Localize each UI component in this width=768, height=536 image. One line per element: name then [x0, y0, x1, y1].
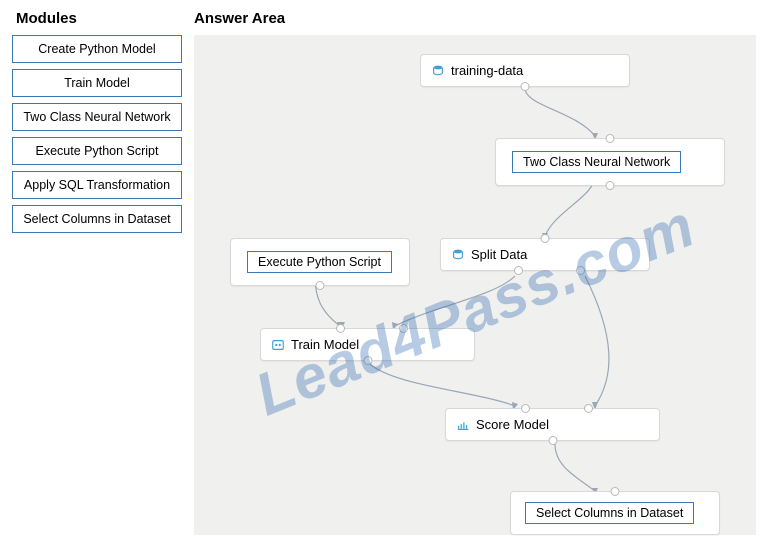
- output-port[interactable]: [521, 82, 530, 91]
- module-item[interactable]: Apply SQL Transformation: [12, 171, 182, 199]
- dataset-icon: [451, 248, 465, 262]
- dropped-module-tag: Two Class Neural Network: [512, 151, 681, 173]
- input-port[interactable]: [336, 324, 345, 333]
- dropped-module-tag: Select Columns in Dataset: [525, 502, 694, 524]
- node-select-columns-in-dataset[interactable]: Select Columns in Dataset: [510, 491, 720, 535]
- answer-area-heading: Answer Area: [194, 10, 756, 27]
- module-item[interactable]: Select Columns in Dataset: [12, 205, 182, 233]
- dataset-icon: [431, 64, 445, 78]
- output-port[interactable]: [514, 266, 523, 275]
- module-item[interactable]: Execute Python Script: [12, 137, 182, 165]
- output-port[interactable]: [363, 356, 372, 365]
- train-model-icon: [271, 338, 285, 352]
- score-model-icon: [456, 418, 470, 432]
- node-label: training-data: [451, 63, 523, 78]
- module-item[interactable]: Two Class Neural Network: [12, 103, 182, 131]
- input-port[interactable]: [606, 134, 615, 143]
- node-training-data[interactable]: training-data: [420, 54, 630, 87]
- node-label: Score Model: [476, 417, 549, 432]
- watermark-text: Lead4Pass.com: [246, 191, 704, 430]
- dropped-module-tag: Execute Python Script: [247, 251, 392, 273]
- input-port[interactable]: [521, 404, 530, 413]
- input-port[interactable]: [399, 324, 408, 333]
- answer-canvas[interactable]: training-data Two Class Neural Network S…: [194, 35, 756, 535]
- output-port[interactable]: [606, 181, 615, 190]
- output-port[interactable]: [548, 436, 557, 445]
- input-port[interactable]: [584, 404, 593, 413]
- node-execute-python-script[interactable]: Execute Python Script: [230, 238, 410, 286]
- module-item[interactable]: Create Python Model: [12, 35, 182, 63]
- modules-sidebar: Modules Create Python Model Train Model …: [12, 10, 182, 535]
- node-label: Train Model: [291, 337, 359, 352]
- modules-heading: Modules: [16, 10, 182, 27]
- node-split-data[interactable]: Split Data: [440, 238, 650, 271]
- node-label: Split Data: [471, 247, 527, 262]
- output-port[interactable]: [316, 281, 325, 290]
- node-two-class-neural-network[interactable]: Two Class Neural Network: [495, 138, 725, 186]
- input-port[interactable]: [541, 234, 550, 243]
- module-item[interactable]: Train Model: [12, 69, 182, 97]
- node-score-model[interactable]: Score Model: [445, 408, 660, 441]
- input-port[interactable]: [611, 487, 620, 496]
- node-train-model[interactable]: Train Model: [260, 328, 475, 361]
- output-port[interactable]: [576, 266, 585, 275]
- pipeline-edges: [195, 36, 755, 536]
